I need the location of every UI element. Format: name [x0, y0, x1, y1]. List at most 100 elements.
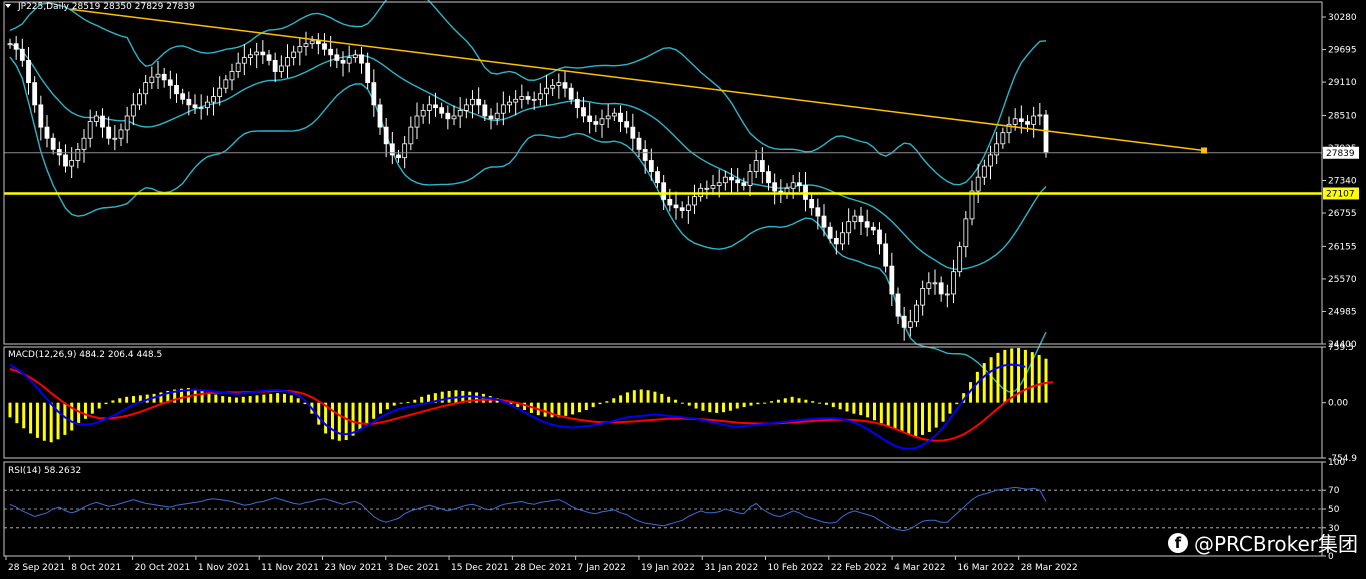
macd-histogram-bar [674, 399, 678, 403]
candle-bull [975, 176, 981, 192]
macd-histogram-bar [1044, 358, 1048, 403]
candle-bull [907, 321, 913, 328]
candle-bull [470, 98, 475, 106]
macd-histogram-bar [982, 363, 986, 403]
macd-histogram-bar [111, 400, 115, 403]
candle-bull [957, 246, 963, 273]
macd-histogram-bar [56, 402, 60, 440]
candle-bear [864, 221, 870, 228]
x-tick-label: 28 Dec 2021 [514, 563, 572, 573]
candle-bull [944, 293, 950, 296]
candle-bull [130, 104, 136, 117]
macd-histogram-bar [708, 402, 712, 413]
macd-histogram-bar [317, 402, 321, 425]
rsi-panel[interactable]: 1007050300 [4, 458, 1345, 562]
macd-histogram-bar [282, 393, 286, 403]
candle-bear [667, 199, 673, 206]
macd-histogram-bar [900, 402, 904, 432]
macd-histogram-bar [22, 402, 26, 429]
candle-bull [716, 182, 722, 186]
candle-bull [463, 104, 469, 111]
candle-bull [550, 85, 556, 89]
x-tick-label: 31 Jan 2022 [704, 563, 758, 573]
candle-bear [488, 115, 494, 120]
macd-panel[interactable]: 759.50.00-754.9 [8, 343, 1358, 464]
macd-histogram-bar [694, 402, 698, 409]
candle-bear [266, 54, 272, 61]
candle-bear [445, 112, 451, 120]
macd-histogram-bar [653, 391, 657, 403]
macd-histogram-bar [838, 402, 842, 410]
candle-bull [988, 154, 993, 167]
candle-bull [112, 137, 118, 140]
candle-bull [155, 73, 161, 78]
facebook-icon: f [1167, 532, 1188, 553]
macd-histogram-bar [824, 402, 828, 405]
macd-histogram-bar [722, 402, 726, 413]
y-tick-label: 25570 [1328, 275, 1357, 285]
macd-histogram-bar [756, 402, 760, 405]
macd-histogram-bar [742, 402, 746, 408]
macd-histogram-bar [859, 402, 863, 416]
candle-bull [747, 171, 753, 186]
candle-bull [1012, 118, 1018, 125]
macd-histogram-bar [543, 402, 547, 417]
macd-histogram-bar [35, 402, 39, 438]
candle-bear [260, 51, 266, 56]
macd-histogram-bar [667, 396, 671, 403]
y-tick-label: 29110 [1328, 78, 1357, 88]
macd-histogram-bar [571, 402, 575, 415]
candle-bear [100, 115, 105, 128]
candle-bear [1018, 118, 1024, 122]
candle-bull [457, 110, 463, 117]
candle-bull [704, 187, 710, 190]
candle-bull [297, 46, 303, 53]
y-tick-label: 759.5 [1328, 343, 1354, 353]
macd-histogram-bar [625, 392, 629, 403]
macd-histogram-bar [234, 397, 238, 403]
candle-bear [636, 137, 642, 150]
candle-bear [673, 204, 679, 209]
chart-window[interactable]: 3028029695291102851027925273402675526155… [0, 0, 1366, 579]
macd-histogram-bar [770, 401, 774, 403]
candle-bear [322, 43, 327, 50]
candle-bull [963, 218, 969, 248]
macd-panel-title: MACD(12,26,9) 484.2 206.4 448.5 [8, 350, 162, 360]
candle-bull [278, 65, 284, 72]
trendline [69, 8, 1205, 152]
candle-bear [593, 121, 599, 125]
candle-bear [759, 160, 765, 173]
macd-histogram-bar [365, 402, 369, 425]
macd-histogram-bar [330, 402, 334, 440]
y-tick-label: 29695 [1328, 46, 1357, 56]
macd-histogram-bar [200, 390, 204, 403]
macd-histogram-bar [872, 402, 876, 421]
macd-histogram-bar [687, 402, 691, 406]
candle-bull [309, 40, 315, 45]
chart-canvas[interactable]: 3028029695291102851027925273402675526155… [0, 0, 1366, 579]
macd-histogram-bar [776, 399, 780, 403]
macd-histogram-bar [413, 399, 417, 403]
candle-bull [753, 160, 759, 173]
x-tick-label: 10 Feb 2022 [768, 563, 824, 573]
candle-bear [476, 98, 482, 106]
macd-histogram-bar [879, 402, 883, 424]
macd-histogram-bar [131, 396, 135, 403]
candle-bull [93, 115, 99, 122]
macd-histogram-bar [125, 396, 129, 403]
x-tick-label: 11 Nov 2021 [261, 563, 319, 573]
x-tick-label: 23 Nov 2021 [324, 563, 382, 573]
macd-histogram-bar [886, 402, 890, 427]
candle-bear [729, 176, 734, 181]
y-tick-label: 30280 [1328, 13, 1357, 23]
candle-bull [722, 176, 728, 184]
candle-bull [852, 215, 858, 223]
candle-bull [75, 148, 81, 161]
x-tick-label: 7 Jan 2022 [578, 563, 626, 573]
candle-bull [235, 62, 241, 72]
x-tick-label: 15 Dec 2021 [451, 563, 509, 573]
dropdown-triangle-icon[interactable] [5, 4, 11, 8]
macd-histogram-bar [399, 402, 403, 404]
candle-bear [796, 182, 802, 186]
price-panel[interactable]: 3028029695291102851027925273402675526155… [4, 0, 1359, 393]
